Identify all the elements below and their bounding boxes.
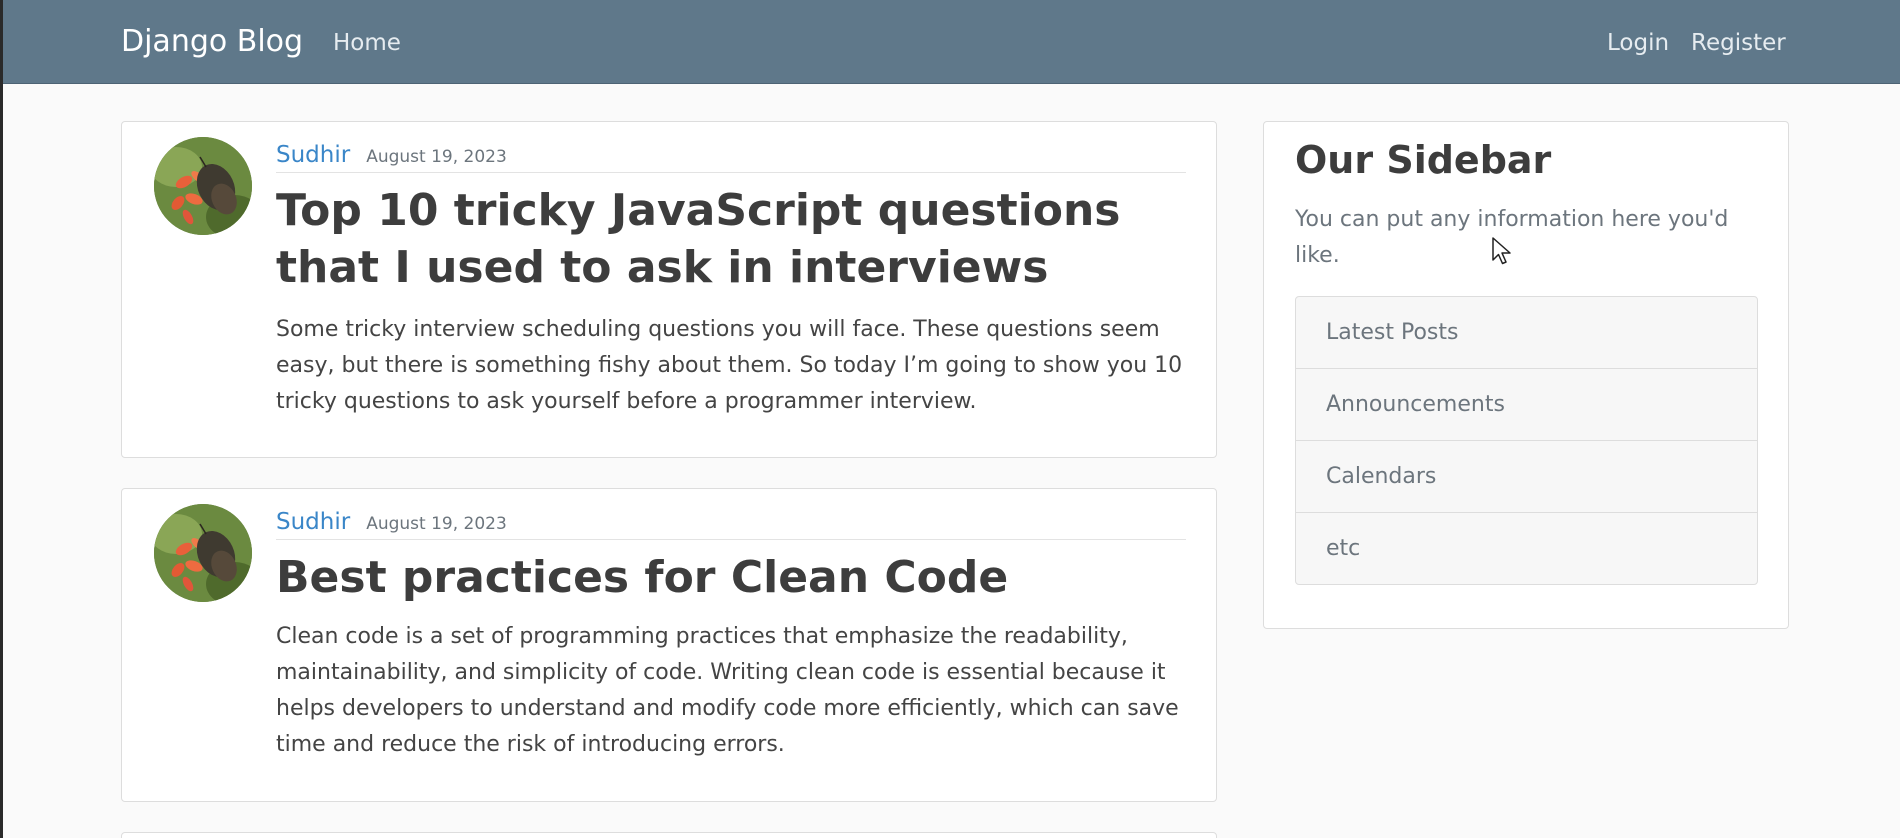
sidebar-description: You can put any information here you'd l… [1295,207,1729,268]
post-excerpt: Clean code is a set of programming pract… [276,624,1179,757]
post-excerpt: Some tricky interview scheduling questio… [276,317,1183,414]
post-date: August 19, 2023 [366,514,507,534]
sidebar-title: Our Sidebar [1295,138,1552,182]
post-author-link[interactable]: Sudhir [276,142,350,168]
sidebar: Our Sidebar You can put any information … [1263,121,1789,629]
post-author-link[interactable]: Sudhir [276,509,350,535]
sidebar-item-calendars[interactable]: Calendars [1296,441,1757,513]
post-title-link[interactable]: Best practices for Clean Code [276,549,1186,606]
post-meta: Sudhir August 19, 2023 [276,509,1186,540]
sidebar-item-latest-posts[interactable]: Latest Posts [1296,297,1757,369]
post-date: August 19, 2023 [366,147,507,167]
author-avatar [154,504,252,602]
post-meta: Sudhir August 19, 2023 [276,142,1186,173]
post-title-link[interactable]: Top 10 tricky JavaScript questions that … [276,182,1186,296]
nav-login-link[interactable]: Login [1607,30,1669,56]
mouse-cursor-icon [1492,237,1511,265]
sidebar-list: Latest Posts Announcements Calendars etc [1295,296,1758,585]
butterfly-avatar-icon [154,504,252,602]
sidebar-item-announcements[interactable]: Announcements [1296,369,1757,441]
nav-register-link[interactable]: Register [1691,30,1786,56]
brand-link[interactable]: Django Blog [121,24,303,59]
post-card: Sudhir August 19, 2023 Top 10 tricky Java… [121,121,1217,458]
sidebar-item-etc[interactable]: etc [1296,513,1757,584]
butterfly-avatar-icon [154,137,252,235]
author-avatar [154,137,252,235]
post-card: Sudhir August 19, 2023 Best practices for… [121,488,1217,802]
top-navbar: Django Blog Home Login Register [3,0,1900,84]
browser-viewport: Django Blog Home Login Register Sudhir Au… [3,0,1900,838]
post-card-partial [121,832,1217,838]
nav-home-link[interactable]: Home [333,30,401,56]
